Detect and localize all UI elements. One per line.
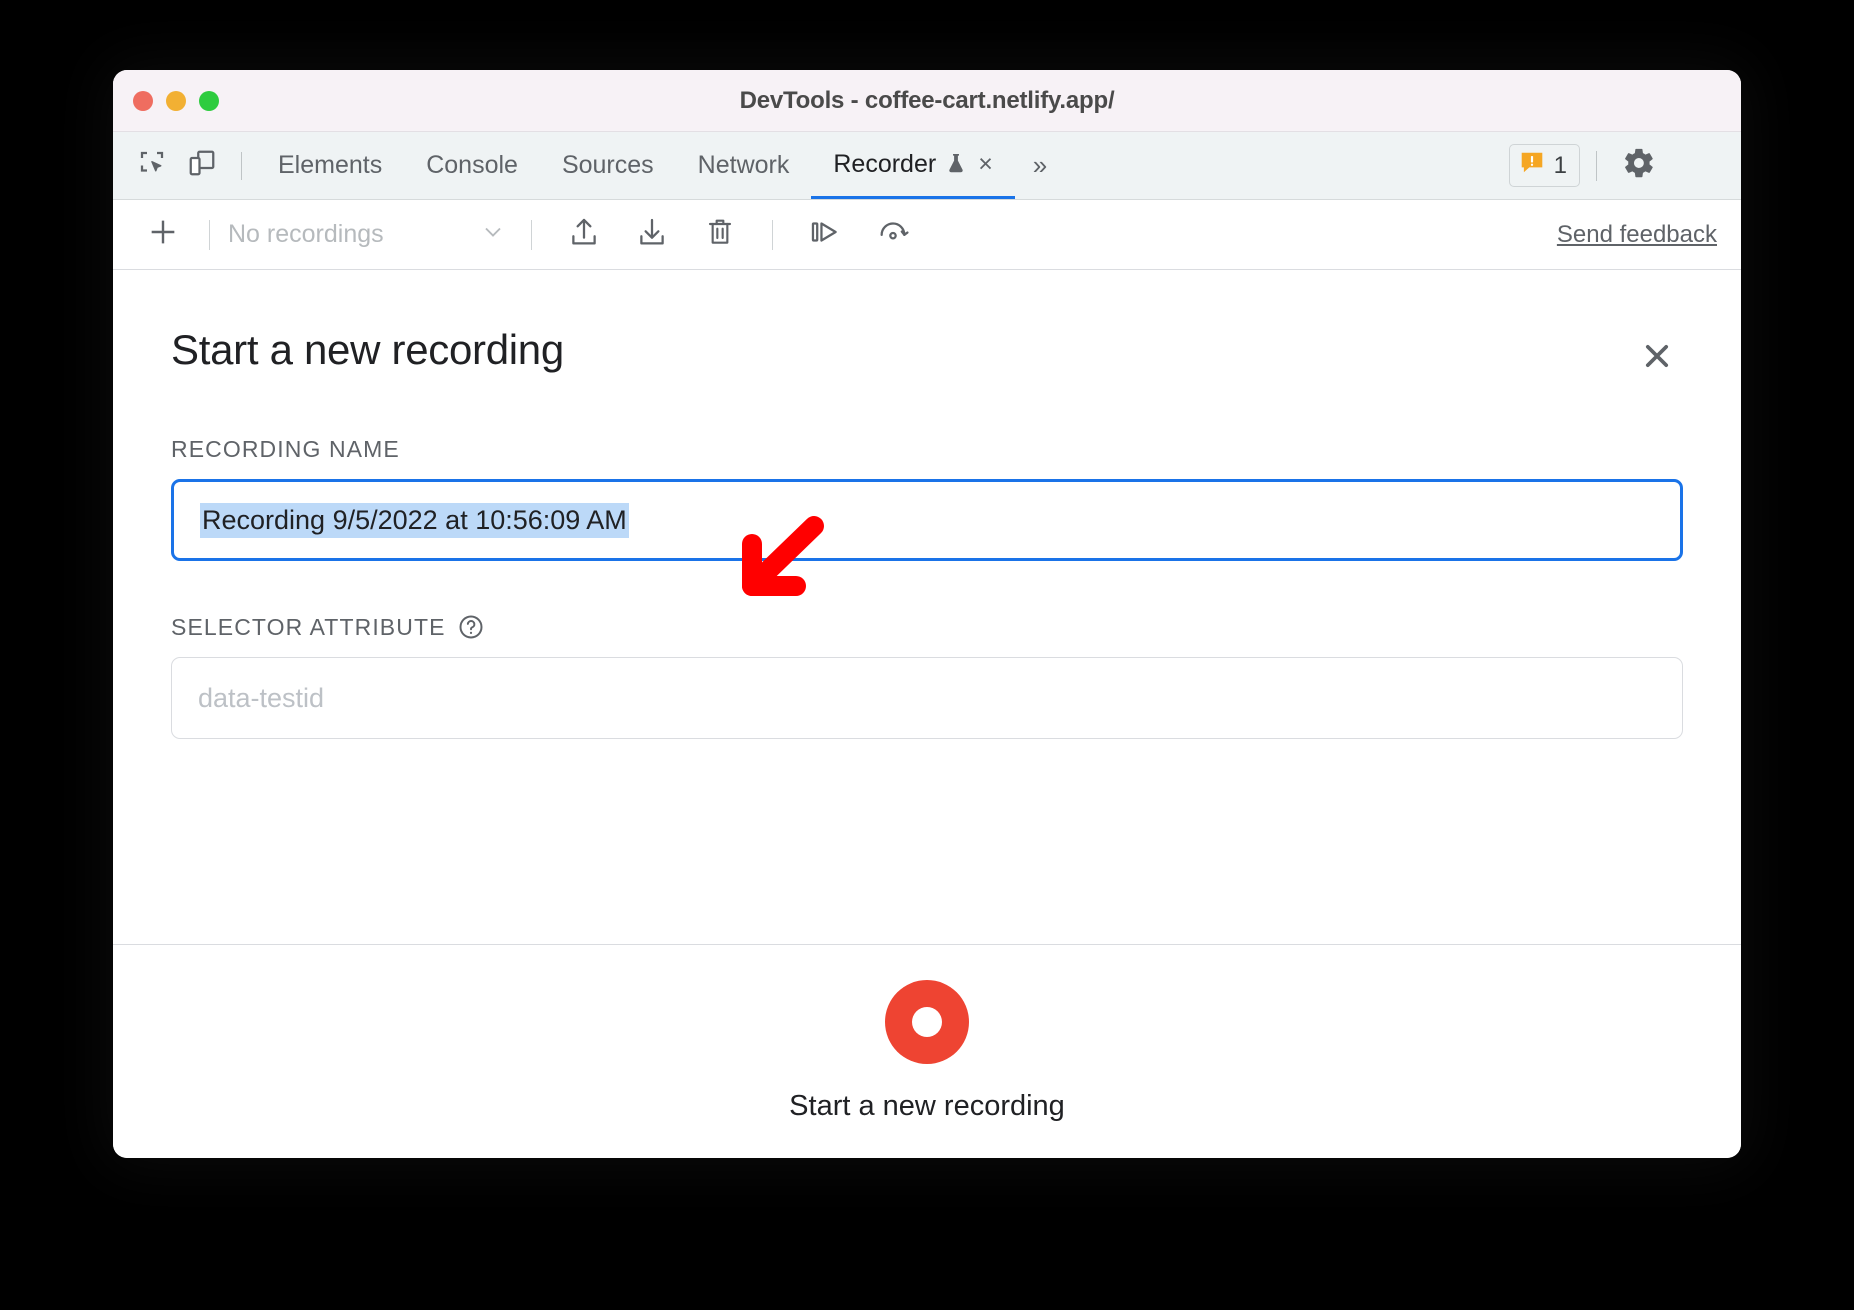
recording-name-value: Recording 9/5/2022 at 10:56:09 AM	[200, 502, 629, 538]
more-options-button[interactable]	[1673, 140, 1725, 192]
minimize-window-button[interactable]	[166, 90, 186, 111]
help-circle-icon[interactable]	[457, 613, 485, 641]
tab-sources[interactable]: Sources	[540, 132, 676, 199]
more-tabs-button[interactable]: »	[1015, 150, 1065, 181]
panel-footer: Start a new recording	[113, 944, 1741, 1158]
tabbar-actions: 1	[1508, 140, 1725, 192]
devtools-tabbar: Elements Console Sources Network Recorde…	[113, 132, 1741, 200]
gear-icon	[1622, 146, 1656, 185]
selector-attribute-field-group: SELECTOR ATTRIBUTE data-testid	[113, 613, 1741, 739]
step-replay-button[interactable]	[797, 207, 853, 263]
delete-recording-button[interactable]	[692, 207, 748, 263]
warning-icon	[1519, 150, 1545, 181]
traffic-lights	[133, 90, 219, 111]
tab-label: Elements	[278, 151, 383, 179]
window-title: DevTools - coffee-cart.netlify.app/	[739, 86, 1115, 114]
download-icon	[635, 215, 669, 254]
window-titlebar: DevTools - coffee-cart.netlify.app/	[113, 70, 1741, 132]
plus-icon	[146, 215, 180, 254]
record-icon	[912, 1007, 942, 1037]
recordings-select[interactable]: No recordings	[228, 218, 513, 251]
recording-name-field-group: RECORDING NAME Recording 9/5/2022 at 10:…	[113, 436, 1741, 561]
toolbar-divider-3	[772, 219, 773, 250]
replay-icon	[876, 215, 910, 254]
toolbar-divider-1	[209, 219, 210, 250]
tab-label: Console	[426, 151, 518, 179]
recording-name-input[interactable]: Recording 9/5/2022 at 10:56:09 AM	[171, 479, 1683, 561]
start-recording-button[interactable]	[885, 980, 969, 1064]
page-title: Start a new recording	[171, 326, 564, 373]
tab-recorder[interactable]: Recorder ×	[811, 132, 1015, 199]
tab-console[interactable]: Console	[404, 132, 540, 199]
experimental-flask-icon	[944, 152, 968, 176]
settings-button[interactable]	[1613, 140, 1665, 192]
export-recording-button[interactable]	[624, 207, 680, 263]
upload-icon	[567, 215, 601, 254]
add-recording-button[interactable]	[135, 207, 191, 263]
devtools-window: DevTools - coffee-cart.netlify.app/ Elem…	[113, 70, 1741, 1158]
close-icon	[1640, 339, 1674, 378]
selector-attribute-input[interactable]: data-testid	[171, 657, 1683, 739]
chevron-double-right-icon: »	[1032, 150, 1048, 180]
tabbar-divider	[241, 151, 242, 180]
tab-label: Sources	[561, 151, 654, 179]
tabbar-actions-divider	[1596, 150, 1597, 181]
recorder-toolbar: No recordings Send feedback	[113, 200, 1741, 270]
replay-speed-button[interactable]	[865, 207, 921, 263]
recordings-select-value: No recordings	[228, 220, 384, 248]
close-panel-button[interactable]	[1631, 332, 1683, 384]
trash-icon	[704, 216, 736, 253]
device-toolbar-icon	[187, 148, 217, 183]
device-toolbar-button[interactable]	[177, 141, 227, 191]
toolbar-divider-2	[531, 219, 532, 250]
recorder-panel: Start a new recording RECORDING NAME Rec…	[113, 270, 1741, 1158]
tab-label: Recorder	[833, 149, 937, 178]
tab-elements[interactable]: Elements	[256, 132, 404, 199]
close-window-button[interactable]	[133, 90, 153, 111]
import-recording-button[interactable]	[556, 207, 612, 263]
selector-attribute-placeholder: data-testid	[198, 682, 325, 713]
panel-header: Start a new recording	[113, 270, 1741, 384]
zoom-window-button[interactable]	[199, 90, 219, 111]
warning-badge[interactable]: 1	[1508, 144, 1580, 187]
selector-attribute-label: SELECTOR ATTRIBUTE	[171, 613, 1683, 641]
field-label-text: SELECTOR ATTRIBUTE	[171, 613, 446, 640]
field-label-text: RECORDING NAME	[171, 436, 400, 462]
warning-count: 1	[1553, 151, 1567, 179]
tab-label: Network	[697, 151, 790, 179]
step-play-icon	[808, 215, 842, 254]
panel-tabs: Elements Console Sources Network Recorde…	[256, 132, 1065, 199]
inspect-element-button[interactable]	[127, 141, 177, 191]
inspect-element-icon	[137, 148, 167, 183]
send-feedback-link[interactable]: Send feedback	[1557, 221, 1717, 249]
recording-name-label: RECORDING NAME	[171, 436, 1683, 463]
chevron-down-icon	[479, 218, 507, 251]
start-recording-label: Start a new recording	[789, 1090, 1065, 1122]
tab-network[interactable]: Network	[676, 132, 812, 199]
screenshot-root: DevTools - coffee-cart.netlify.app/ Elem…	[0, 0, 1854, 1310]
tab-close-icon[interactable]: ×	[978, 151, 993, 177]
